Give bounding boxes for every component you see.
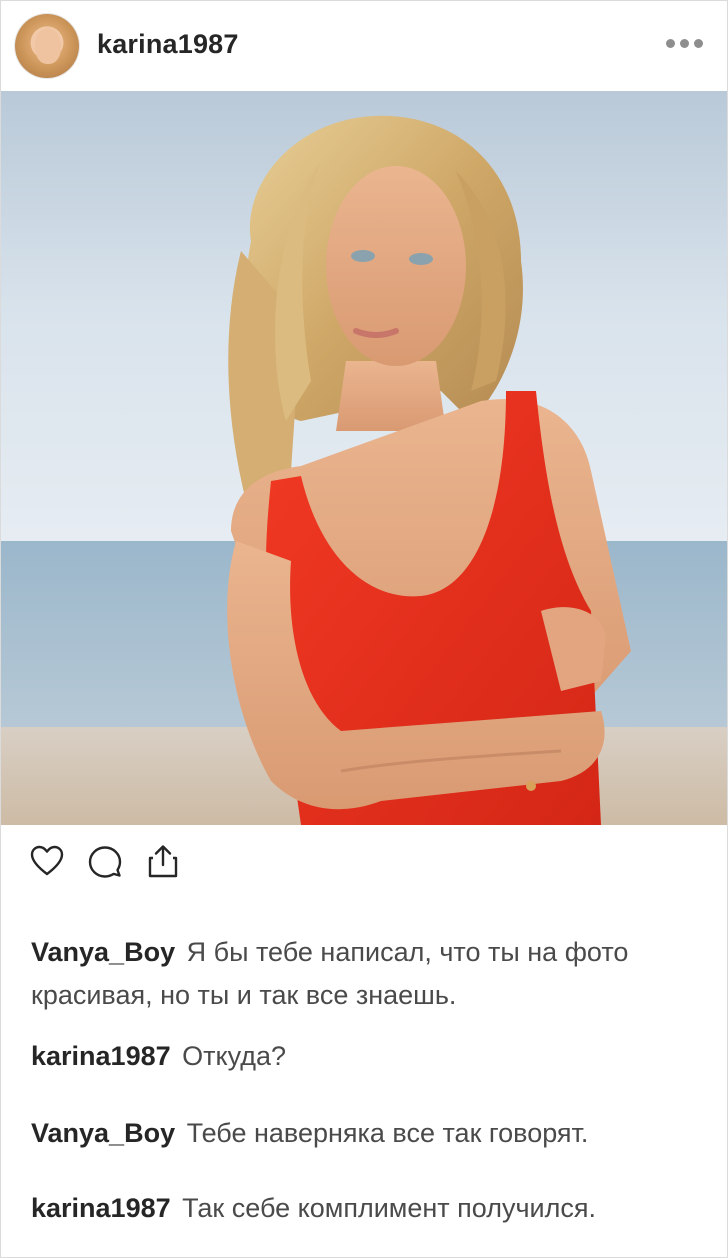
comment-text: Так себе комплимент получился. [182,1193,596,1223]
post-actions [29,839,181,883]
comment-text: Тебе наверняка все так говорят. [186,1118,589,1148]
instagram-post: karina1987 Vanya_Boy Я бы тебе написал, … [0,0,728,1258]
comment: Vanya_Boy Я бы тебе написал, что ты на ф… [31,931,671,1017]
post-photo[interactable] [1,91,727,825]
avatar[interactable] [15,14,79,78]
left-eye [351,250,375,262]
comment-bubble-icon[interactable] [87,843,123,879]
comment-text: Откуда? [182,1041,287,1071]
photo-illustration [1,91,727,825]
post-header: karina1987 [1,1,727,91]
comment-author[interactable]: karina1987 [31,1193,171,1223]
bracelet [526,781,536,791]
more-options-icon[interactable] [666,39,703,48]
comment-author[interactable]: Vanya_Boy [31,937,175,967]
heart-icon[interactable] [29,843,65,879]
share-icon[interactable] [145,843,181,879]
comment: Vanya_Boy Тебе наверняка все так говорят… [31,1112,588,1155]
dot [694,39,703,48]
right-eye [409,253,433,265]
face [326,166,466,366]
avatar-face [35,28,61,64]
dot [680,39,689,48]
comment: karina1987 Откуда? [31,1035,286,1078]
post-author-username[interactable]: karina1987 [97,29,239,60]
comment-author[interactable]: Vanya_Boy [31,1118,175,1148]
dot [666,39,675,48]
comment-author[interactable]: karina1987 [31,1041,171,1071]
comment: karina1987 Так себе комплимент получился… [31,1187,596,1230]
